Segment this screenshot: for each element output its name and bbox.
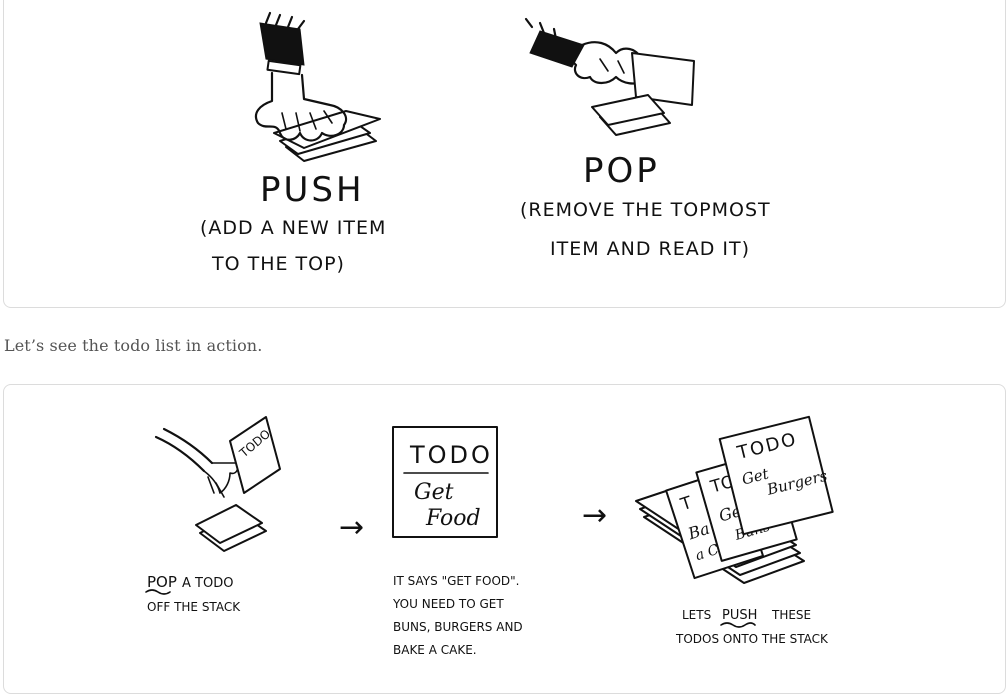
popped-todo-note-icon: TODO [229, 416, 281, 494]
pop-hand-icon [524, 17, 650, 85]
arrow-2-icon: → [582, 498, 607, 533]
push-description-line2: TO THE TOP) [211, 253, 345, 275]
todo-stack-drawing: TODO POP A TODO OFF THE STACK → TODO Get… [145, 415, 834, 657]
step2-line4: BAKE A CAKE. [393, 643, 477, 657]
step3-line2: TODOS ONTO THE STACK [675, 632, 829, 646]
push-title: PUSH [260, 170, 365, 210]
body-text: Let’s see the todo list in action. [4, 336, 263, 355]
todo-stack-illustration: TODO POP A TODO OFF THE STACK → TODO Get… [3, 384, 1006, 694]
step3-push-word: PUSH [722, 608, 757, 623]
step3-line1: THESE [771, 608, 811, 622]
todo-note-get-food: TODO Get Food [392, 426, 498, 538]
pushed-todo-stack-icon: T Ba a Cake TO Ge Buns TODO Get Burgers [635, 415, 834, 584]
step1-line1: A TODO [182, 576, 233, 591]
push-pop-illustration: PUSH (ADD A NEW ITEM TO THE TOP) POP (RE… [3, 0, 1006, 308]
step3-lets: LETS [682, 608, 711, 622]
push-underline [720, 622, 756, 628]
step2-line2: YOU NEED TO GET [392, 597, 504, 611]
push-description-line1: (ADD A NEW ITEM [200, 217, 386, 239]
step1-line2: OFF THE STACK [147, 600, 241, 614]
todo-note-title: TODO [409, 441, 493, 469]
step1-pop-word: POP [147, 573, 177, 591]
pop-description-line2: ITEM AND READ IT) [550, 238, 750, 260]
remaining-stack-icon [195, 504, 267, 552]
push-pop-drawing: PUSH (ADD A NEW ITEM TO THE TOP) POP (RE… [200, 11, 771, 275]
arrow-1-icon: → [339, 510, 364, 545]
step2-line1: IT SAYS "GET FOOD". [393, 574, 519, 588]
todo-note-line1: Get [414, 480, 454, 505]
step2-line3: BUNS, BURGERS AND [393, 620, 523, 634]
todo-note-line2: Food [425, 506, 481, 531]
popping-hand-icon [154, 427, 239, 498]
pop-title: POP [583, 151, 660, 191]
pop-description-line1: (REMOVE THE TOPMOST [520, 199, 771, 221]
